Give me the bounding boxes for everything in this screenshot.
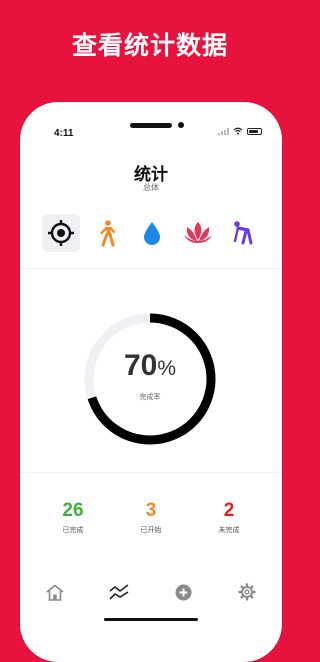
status-bar: 4:11 — [20, 102, 282, 142]
category-selector — [42, 212, 262, 254]
status-time: 4:11 — [54, 128, 74, 139]
stat-incomplete-value: 2 — [223, 500, 235, 521]
tab-add[interactable] — [168, 580, 198, 604]
completion-value: 70 — [123, 349, 158, 382]
completion-unit: % — [157, 357, 177, 380]
stat-started-value: 3 — [145, 500, 157, 521]
tab-bar — [40, 580, 262, 604]
tab-settings[interactable] — [232, 580, 262, 604]
stretching-person-icon — [233, 221, 253, 245]
category-yoga[interactable] — [179, 214, 217, 252]
divider — [20, 472, 282, 473]
speaker-notch — [130, 123, 172, 128]
completion-percentage: 70% — [80, 349, 220, 383]
walking-person-icon — [99, 220, 115, 247]
divider — [20, 268, 282, 269]
completion-ring: 70% 完成率 — [80, 309, 220, 449]
crosshair-icon — [48, 220, 74, 246]
stat-incomplete-label: 未完成 — [218, 526, 240, 534]
stat-started-label: 已开始 — [140, 526, 162, 534]
signal-icon — [218, 127, 229, 135]
stat-incomplete: 2 未完成 — [194, 500, 264, 535]
stat-completed: 26 已完成 — [38, 500, 108, 535]
water-drop-icon — [144, 222, 160, 245]
tab-statistics[interactable] — [104, 580, 134, 604]
category-stretching[interactable] — [224, 214, 262, 252]
page-subtitle: 总体 — [143, 183, 159, 192]
gear-icon — [238, 583, 256, 601]
completion-caption: 完成率 — [139, 393, 161, 401]
stat-completed-label: 已完成 — [62, 526, 84, 534]
category-water[interactable] — [133, 214, 171, 252]
category-walking[interactable] — [88, 214, 126, 252]
home-indicator — [104, 618, 198, 621]
wifi-icon — [233, 127, 243, 135]
trend-lines-icon — [109, 584, 129, 600]
phone-screen: 4:11 统计 总体 70% 完成率 26 已完成 3 已开始 2 未完成 — [20, 102, 282, 662]
stat-started: 3 已开始 — [116, 500, 186, 535]
promo-headline: 查看统计数据 — [71, 31, 228, 60]
status-icons — [218, 127, 262, 135]
home-icon — [46, 584, 64, 601]
stat-completed-value: 26 — [62, 500, 84, 521]
stats-summary: 26 已完成 3 已开始 2 未完成 — [38, 500, 264, 535]
tab-home[interactable] — [40, 580, 70, 604]
lotus-icon — [183, 222, 212, 243]
battery-icon — [247, 127, 262, 135]
camera-dot — [178, 122, 184, 128]
add-circle-icon — [175, 584, 191, 600]
category-overall[interactable] — [42, 214, 80, 252]
